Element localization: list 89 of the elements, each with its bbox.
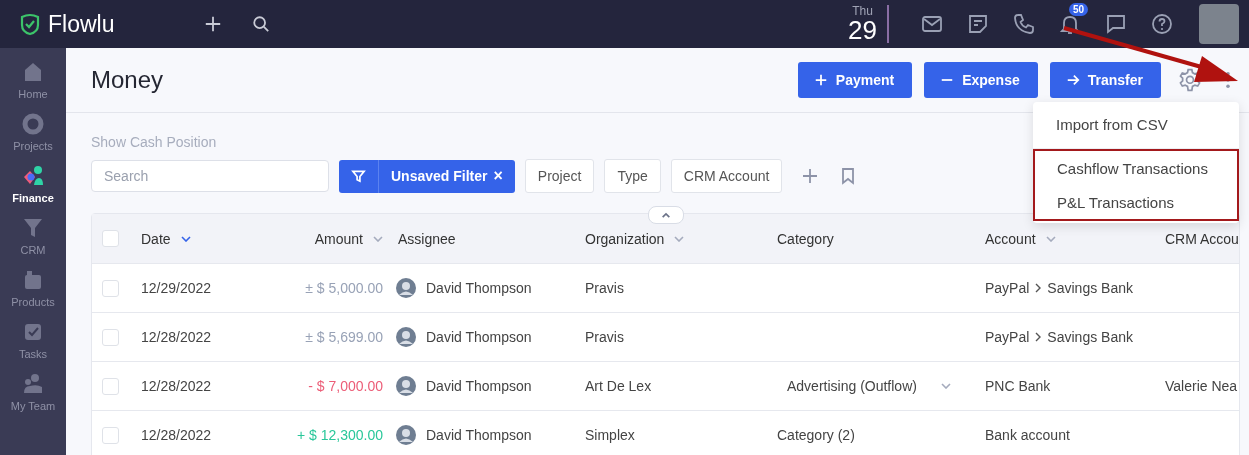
menu-item[interactable]: Cashflow Transactions [1035, 151, 1237, 185]
column-header[interactable]: Assignee [398, 230, 456, 247]
checkbox[interactable] [102, 426, 119, 444]
column-header[interactable]: Account [985, 230, 1036, 247]
menu-item[interactable]: Import from CSV [1033, 104, 1239, 144]
arrow-icon [1065, 73, 1080, 87]
date-cell: 12/28/2022 [141, 329, 212, 345]
filter-chip[interactable]: CRM Account [670, 159, 783, 193]
nav-item[interactable]: Tasks [18, 320, 48, 360]
organization-cell: Pravis [585, 280, 624, 296]
checkbox[interactable] [102, 279, 119, 297]
search-icon[interactable] [252, 15, 271, 33]
plus-icon[interactable] [204, 15, 223, 33]
nav-item[interactable]: Products [11, 268, 55, 308]
category-cell: Category (2) [777, 427, 855, 443]
page-title: Money [91, 66, 164, 94]
assignee-cell: David Thompson [426, 378, 532, 394]
chevron-right-icon [1035, 283, 1042, 293]
filter-chip[interactable]: Type [604, 159, 661, 193]
account-cell: PayPal [985, 329, 1030, 345]
account-cell: PayPal [985, 280, 1030, 296]
people-icon [21, 372, 45, 396]
account-cell: Savings Bank [1047, 280, 1133, 296]
account-cell: Savings Bank [1047, 329, 1133, 345]
chevron-down-icon[interactable] [1045, 235, 1056, 242]
chevron-up-icon [661, 211, 671, 219]
chevron-down-icon[interactable] [180, 235, 191, 242]
column-header[interactable]: Category [777, 230, 834, 247]
settings-icon[interactable] [1177, 67, 1203, 93]
column-header[interactable]: Date [141, 230, 171, 247]
date-label: 29 [848, 17, 877, 43]
category-dropdown[interactable]: Advertising (Outflow) [777, 378, 951, 394]
avatar-icon [396, 425, 416, 445]
filter-chip[interactable]: Project [524, 159, 595, 193]
assignee-cell: David Thompson [426, 280, 532, 296]
nav-item[interactable]: Finance [12, 164, 54, 204]
help-icon[interactable] [1150, 12, 1174, 36]
date-cell: 12/28/2022 [141, 378, 212, 394]
chevron-right-icon [1035, 332, 1042, 342]
menu-item[interactable]: P&L Transactions [1035, 185, 1237, 219]
action-button[interactable]: Transfer [1049, 62, 1161, 98]
remove-filter-button[interactable]: × [487, 167, 515, 185]
avatar-icon [396, 327, 416, 347]
amount-cell: - $ 7,000.00 [308, 378, 383, 394]
chevron-down-icon [940, 383, 951, 389]
notification-badge: 50 [1069, 3, 1089, 16]
day-label: Thu [852, 5, 873, 17]
nav-item[interactable]: CRM [20, 216, 46, 256]
organization-cell: Art De Lex [585, 378, 652, 394]
avatar-icon [396, 278, 416, 298]
amount-cell: ± $ 5,000.00 [305, 280, 383, 296]
app-name: Flowlu [48, 10, 115, 38]
avatar-icon [396, 376, 416, 396]
chevron-down-icon[interactable] [674, 235, 685, 242]
funnel-icon [21, 216, 45, 240]
date-cell: 12/28/2022 [141, 427, 212, 443]
checkbox[interactable] [102, 328, 119, 346]
checkbox[interactable] [102, 230, 119, 247]
funnel-icon [351, 168, 366, 184]
checkbox[interactable] [102, 377, 119, 395]
phone-icon[interactable] [1012, 12, 1036, 36]
ring-icon [21, 112, 45, 136]
account-cell: Bank account [985, 427, 1070, 443]
nav-item[interactable]: Projects [13, 112, 53, 152]
chat-icon[interactable] [1104, 12, 1128, 36]
column-header[interactable]: Amount [314, 230, 363, 247]
note-icon[interactable] [966, 12, 990, 36]
filter-button[interactable]: Unsaved Filter × [339, 159, 515, 193]
column-header[interactable]: Organization [585, 230, 665, 247]
action-button[interactable]: Payment [797, 62, 913, 98]
organization-cell: Simplex [585, 427, 635, 443]
assignee-cell: David Thompson [426, 427, 532, 443]
date-cell: 12/29/2022 [141, 280, 212, 296]
account-cell: PNC Bank [985, 378, 1051, 394]
crm-account-cell: Valerie Nea [1165, 378, 1238, 394]
plus-icon [813, 73, 828, 87]
organization-cell: Pravis [585, 329, 624, 345]
assignee-cell: David Thompson [426, 329, 532, 345]
chevron-down-icon[interactable] [373, 235, 383, 242]
shield-check-icon [18, 12, 42, 36]
amount-cell: ± $ 5,699.00 [305, 329, 383, 345]
nav-item[interactable]: Home [18, 60, 48, 100]
nav-item[interactable]: My Team [10, 372, 56, 412]
collapse-button[interactable] [648, 206, 684, 224]
people-icon [21, 164, 45, 188]
action-button[interactable]: Expense [924, 62, 1038, 98]
column-header[interactable]: CRM Accou [1165, 230, 1239, 247]
amount-cell: + $ 12,300.00 [296, 427, 383, 443]
search-field[interactable]: Search [91, 160, 329, 192]
